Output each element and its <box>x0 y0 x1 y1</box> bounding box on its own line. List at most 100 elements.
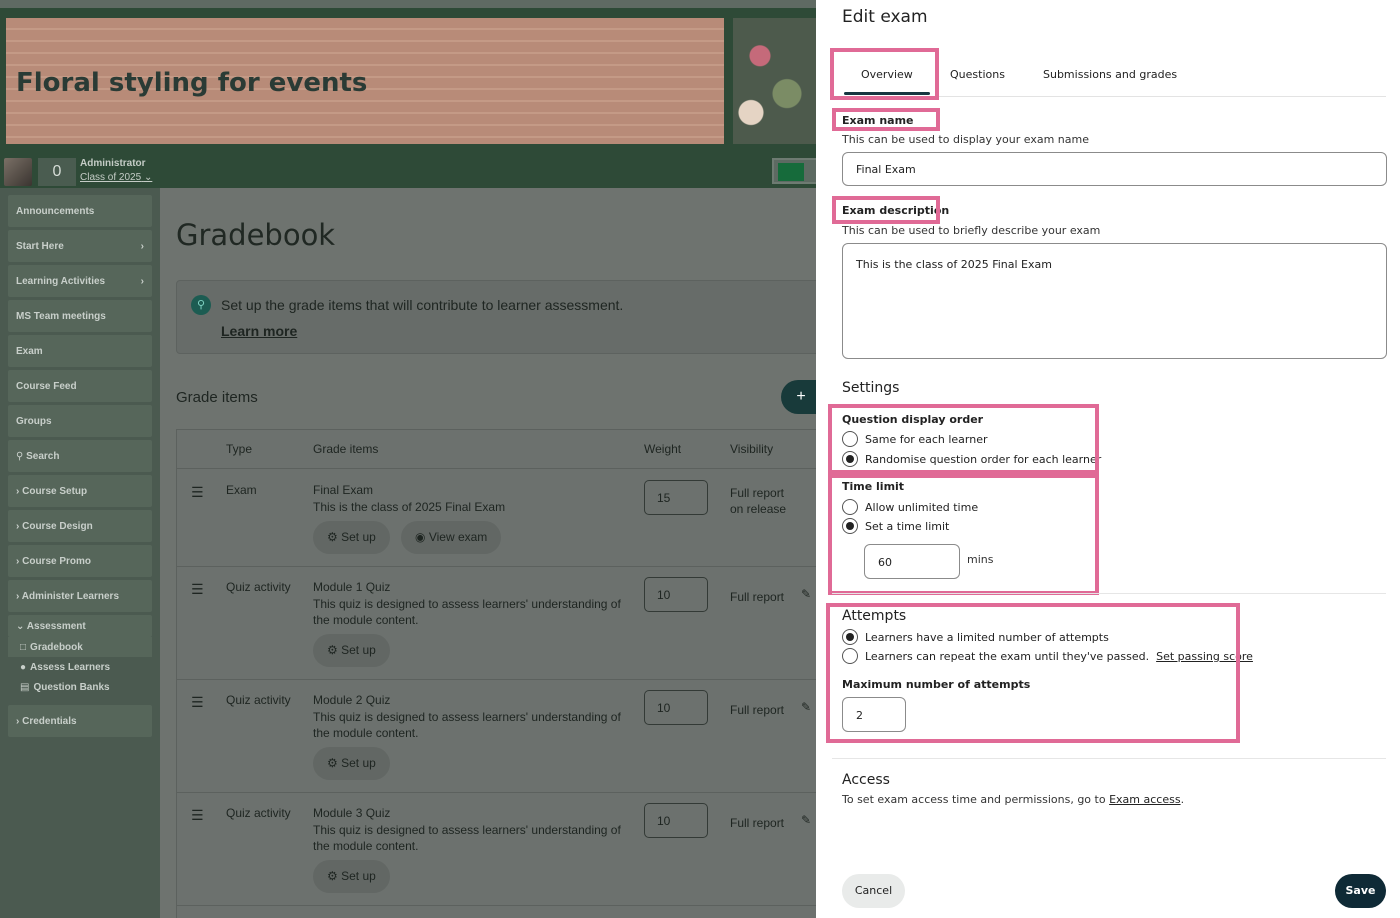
col-visibility: Visibility <box>730 442 774 456</box>
access-text-body: To set exam access time and permissions,… <box>842 793 1106 806</box>
info-box: ⚲ Set up the grade items that will contr… <box>176 280 816 354</box>
banner-photo <box>733 18 816 144</box>
drag-handle-icon[interactable]: ☰ <box>191 807 204 824</box>
sidebar-item-label: › Credentials <box>16 715 77 727</box>
weight-input[interactable]: 10 <box>644 690 708 725</box>
sidebar: Announcements Start Here › Learning Activ… <box>0 188 160 918</box>
setup-button[interactable]: ⚙ Set up <box>313 521 390 554</box>
access-text: To set exam access time and permissions,… <box>842 793 1184 806</box>
user-role: Administrator <box>80 158 146 169</box>
add-grade-item-button[interactable]: + <box>781 380 816 414</box>
course-banner: Floral styling for events 0 Administrato… <box>0 8 816 188</box>
sidebar-item-assess-learners[interactable]: ● Assess Learners <box>8 657 152 677</box>
sidebar-item-administer-learners[interactable]: › Administer Learners <box>8 580 152 612</box>
search-icon: ⚲ <box>16 450 24 462</box>
weight-input[interactable]: 10 <box>644 803 708 838</box>
class-label: Class of 2025 <box>80 172 142 183</box>
assess-learners-label: Assess Learners <box>30 661 111 673</box>
tab-questions[interactable]: Questions <box>950 68 1005 81</box>
course-title: Floral styling for events <box>16 68 368 98</box>
sidebar-item-exam[interactable]: Exam <box>8 335 152 367</box>
edit-exam-panel: Edit exam Overview Questions Submissions… <box>816 0 1400 918</box>
sidebar-item-course-design[interactable]: › Course Design <box>8 510 152 542</box>
sidebar-item-course-feed[interactable]: Course Feed <box>8 370 152 402</box>
exam-name-input[interactable]: Final Exam <box>842 152 1387 186</box>
setup-button[interactable]: ⚙ Set up <box>313 860 390 893</box>
sidebar-item-gradebook[interactable]: □ Gradebook <box>8 637 152 657</box>
table-row: ☰ Quiz activity Module 3 Quiz This quiz … <box>177 793 816 906</box>
bank-icon: ▤ <box>20 681 30 693</box>
sidebar-item-announcements[interactable]: Announcements <box>8 195 152 227</box>
weight-input[interactable]: 10 <box>644 577 708 612</box>
highlight-time-limit <box>828 474 1099 595</box>
row-name: Final Exam <box>313 483 374 497</box>
row-type: Quiz activity <box>226 693 291 707</box>
row-name: Module 2 Quiz <box>313 693 391 707</box>
row-type: Quiz activity <box>226 806 291 820</box>
sidebar-item-label: Learning Activities <box>16 275 106 287</box>
course-promo-label: Course Promo <box>22 555 92 567</box>
row-desc: This quiz is designed to assess learners… <box>313 823 621 853</box>
sidebar-item-start-here[interactable]: Start Here › <box>8 230 152 262</box>
sidebar-item-label: Announcements <box>16 205 95 217</box>
eye-icon: ◉ <box>415 530 426 544</box>
row-visibility: Full report on release <box>730 486 787 516</box>
exam-description-textarea[interactable]: This is the class of 2025 Final Exam <box>842 243 1387 359</box>
sidebar-item-label: ⚲ Search <box>16 451 59 462</box>
course-setup-label: Course Setup <box>22 485 88 497</box>
sidebar-item-course-promo[interactable]: › Course Promo <box>8 545 152 577</box>
drag-handle-icon[interactable]: ☰ <box>191 581 204 598</box>
credentials-label: Credentials <box>22 715 77 727</box>
page-title: Gradebook <box>176 218 336 252</box>
grade-items-title: Grade items <box>176 389 258 406</box>
save-button[interactable]: Save <box>1335 874 1386 908</box>
row-visibility: Full report <box>730 816 785 830</box>
exam-access-link[interactable]: Exam access <box>1109 793 1180 806</box>
tab-submissions-and-grades[interactable]: Submissions and grades <box>1043 68 1177 81</box>
highlight-question-order <box>828 404 1099 474</box>
drag-handle-icon[interactable]: ☰ <box>191 484 204 501</box>
edit-icon[interactable]: ✎ <box>801 813 811 827</box>
weight-input[interactable]: 15 <box>644 480 708 515</box>
divider <box>832 593 1386 594</box>
exam-name-hint: This can be used to display your exam na… <box>842 133 1089 146</box>
learn-more-link[interactable]: Learn more <box>221 323 297 339</box>
col-weight: Weight <box>644 442 682 456</box>
sidebar-item-ms-team-meetings[interactable]: MS Team meetings <box>8 300 152 332</box>
table-row: ☰ Quiz activity Module 1 Quiz This quiz … <box>177 567 816 680</box>
sidebar-item-assessment[interactable]: ⌄ Assessment <box>8 615 152 637</box>
sidebar-item-learning-activities[interactable]: Learning Activities › <box>8 265 152 297</box>
class-selector[interactable]: Class of 2025 ⌄ <box>80 172 152 183</box>
sidebar-item-label: ⌄ Assessment <box>16 620 86 632</box>
cancel-button[interactable]: Cancel <box>842 874 905 908</box>
book-icon: □ <box>20 641 27 653</box>
highlight-exam-name <box>832 108 940 131</box>
row-name: Module 1 Quiz <box>313 580 391 594</box>
sidebar-item-question-banks[interactable]: ▤ Question Banks <box>8 677 152 697</box>
chevron-right-icon: › <box>140 240 144 252</box>
row-visibility: Full report <box>730 703 785 717</box>
sidebar-item-groups[interactable]: Groups <box>8 405 152 437</box>
sidebar-item-course-setup[interactable]: › Course Setup <box>8 475 152 507</box>
setup-label: Set up <box>341 643 376 657</box>
setup-button[interactable]: ⚙ Set up <box>313 747 390 780</box>
setup-label: Set up <box>341 756 376 770</box>
gradebook-main: Gradebook ⚲ Set up the grade items that … <box>160 188 816 918</box>
view-exam-button[interactable]: ◉ View exam <box>401 521 502 554</box>
setup-label: Set up <box>341 530 376 544</box>
row-desc: This quiz is designed to assess learners… <box>313 710 621 740</box>
gear-icon: ⚙ <box>327 643 338 657</box>
sidebar-item-label: Start Here <box>16 240 64 252</box>
sidebar-item-search[interactable]: ⚲ Search <box>8 440 152 472</box>
setup-button[interactable]: ⚙ Set up <box>313 634 390 667</box>
gradebook-label: Gradebook <box>30 641 83 653</box>
course-design-label: Course Design <box>22 520 93 532</box>
avatar[interactable] <box>4 158 32 186</box>
drag-handle-icon[interactable]: ☰ <box>191 694 204 711</box>
assessment-label: Assessment <box>26 620 86 632</box>
access-title: Access <box>842 772 890 788</box>
sidebar-item-credentials[interactable]: › Credentials <box>8 705 152 737</box>
edit-icon[interactable]: ✎ <box>801 700 811 714</box>
color-chip[interactable] <box>772 158 816 184</box>
edit-icon[interactable]: ✎ <box>801 587 811 601</box>
